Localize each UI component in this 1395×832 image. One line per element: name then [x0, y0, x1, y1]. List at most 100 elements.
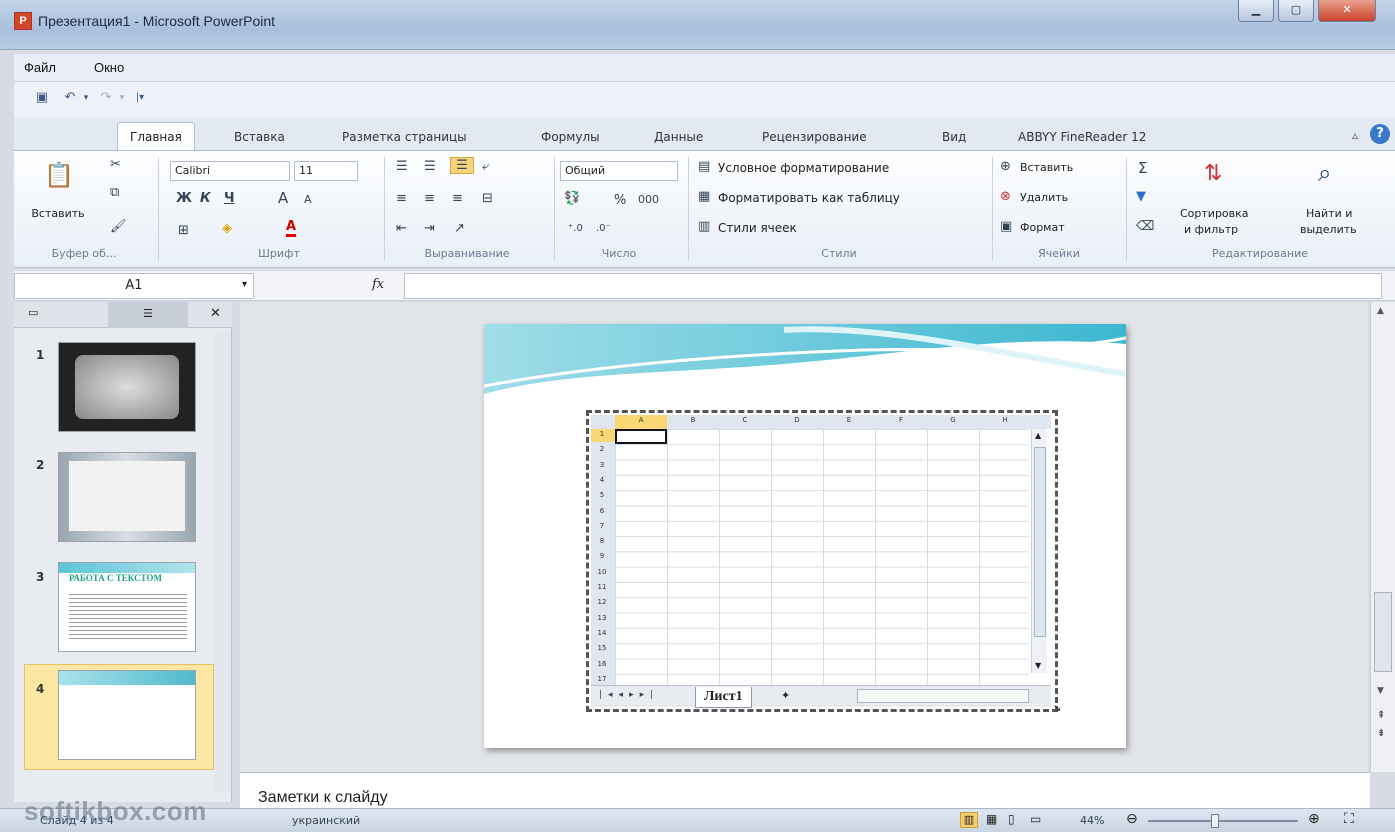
undo-dropdown-icon[interactable]: ▾: [78, 90, 94, 106]
row-header[interactable]: 7: [591, 522, 613, 530]
scroll-down-icon[interactable]: ▼: [1377, 686, 1384, 696]
thousands-button[interactable]: 000: [638, 193, 659, 206]
insert-function-button[interactable]: fx: [372, 277, 384, 292]
row-header[interactable]: 11: [591, 583, 613, 591]
tab-abbyy-finereader[interactable]: ABBYY FineReader 12: [1018, 130, 1146, 144]
align-middle-icon[interactable]: ☰: [424, 159, 436, 174]
find-select-line2[interactable]: выделить: [1300, 223, 1357, 236]
delete-cells-icon[interactable]: ⊗: [1000, 189, 1011, 204]
delete-cells-button[interactable]: Удалить: [1020, 191, 1068, 204]
align-left-icon[interactable]: ≡: [396, 191, 407, 206]
slides-pane-scrollbar[interactable]: [214, 332, 230, 792]
column-header-a[interactable]: A: [615, 416, 667, 424]
tab-data[interactable]: Данные: [654, 130, 703, 144]
save-icon[interactable]: ▣: [34, 90, 50, 106]
conditional-formatting-icon[interactable]: ▤: [698, 159, 710, 174]
name-box[interactable]: A1: [14, 273, 254, 299]
column-header-h[interactable]: H: [979, 416, 1031, 424]
sort-filter-line1[interactable]: Сортировка: [1180, 207, 1249, 220]
grow-font-button[interactable]: A: [278, 189, 288, 207]
format-cells-icon[interactable]: ▣: [1000, 219, 1012, 234]
row-header[interactable]: 3: [591, 461, 613, 469]
percent-button[interactable]: %: [614, 193, 626, 208]
font-name-combo[interactable]: Calibri: [170, 161, 290, 181]
scroll-up-icon[interactable]: ▲: [1377, 306, 1384, 316]
fit-to-window-icon[interactable]: ⛶: [1344, 811, 1354, 827]
currency-icon[interactable]: 💱: [564, 191, 580, 206]
font-size-combo[interactable]: 11: [294, 161, 358, 181]
slide-sorter-icon[interactable]: ▦: [986, 812, 997, 826]
undo-icon[interactable]: ↶: [62, 90, 78, 106]
row-header[interactable]: 17: [591, 675, 613, 683]
number-format-combo[interactable]: Общий: [560, 161, 678, 181]
row-header[interactable]: 6: [591, 507, 613, 515]
paste-label[interactable]: Вставить: [8, 207, 108, 220]
cell-styles-icon[interactable]: ▥: [698, 219, 710, 234]
row-header[interactable]: 15: [591, 644, 613, 652]
row-header[interactable]: 5: [591, 491, 613, 499]
insert-cells-button[interactable]: Вставить: [1020, 161, 1073, 174]
find-select-line1[interactable]: Найти и: [1306, 207, 1352, 220]
notes-pane[interactable]: Заметки к слайду: [240, 772, 1370, 808]
decrease-decimal-icon[interactable]: .0⁻: [596, 223, 611, 234]
powerpoint-app-icon[interactable]: P: [14, 12, 32, 30]
sheet-horizontal-scrollbar[interactable]: [857, 689, 1029, 703]
copy-icon[interactable]: ⧉: [110, 185, 119, 200]
format-as-table-button[interactable]: Форматировать как таблицу: [718, 191, 900, 205]
format-painter-icon[interactable]: 🖌: [110, 219, 127, 234]
row-header[interactable]: 4: [591, 476, 613, 484]
embedded-spreadsheet[interactable]: ABCDEFGH 1 2 3 4 5 6 7 8 9 10 11 12 13 14 15 16 17 ▲ ▼ |…: [586, 410, 1061, 714]
sheet-vertical-scrollbar[interactable]: ▲ ▼: [1031, 429, 1047, 673]
redo-icon[interactable]: ↷: [98, 90, 114, 106]
tab-page-layout[interactable]: Разметка страницы: [342, 130, 467, 144]
maximize-button[interactable]: ▢: [1278, 0, 1314, 22]
zoom-level[interactable]: 44%: [1080, 814, 1104, 827]
zoom-slider-thumb[interactable]: [1211, 814, 1219, 828]
row-header[interactable]: 13: [591, 614, 613, 622]
row-header[interactable]: 1: [591, 430, 613, 438]
help-icon[interactable]: ?: [1370, 124, 1390, 144]
slide-thumbnail-2[interactable]: [58, 452, 196, 542]
zoom-in-icon[interactable]: ⊕: [1308, 811, 1320, 827]
zoom-slider-track[interactable]: [1148, 820, 1298, 822]
autosum-button[interactable]: Σ: [1138, 159, 1147, 177]
increase-indent-icon[interactable]: ⇥: [424, 221, 435, 236]
row-header[interactable]: 9: [591, 552, 613, 560]
cell-grid[interactable]: [615, 429, 1029, 689]
underline-button[interactable]: Ч: [224, 191, 235, 206]
wrap-text-icon[interactable]: ⤶: [482, 159, 489, 174]
next-slide-icon[interactable]: ⇟: [1377, 728, 1385, 739]
clear-icon[interactable]: ⌫: [1136, 219, 1154, 234]
tab-view[interactable]: Вид: [942, 130, 966, 144]
close-pane-icon[interactable]: ✕: [210, 306, 221, 321]
sort-filter-icon[interactable]: ⇅: [1204, 161, 1222, 186]
borders-icon[interactable]: ⊞: [178, 223, 189, 238]
conditional-formatting-button[interactable]: Условное форматирование: [718, 161, 889, 175]
orientation-icon[interactable]: ↗: [454, 221, 465, 236]
shrink-font-button[interactable]: A: [304, 193, 312, 206]
formula-input[interactable]: [404, 273, 1382, 299]
sheet-tab-1[interactable]: Лист1: [695, 687, 752, 708]
fill-color-icon[interactable]: ◈: [222, 221, 232, 236]
align-bottom-icon[interactable]: ☰: [450, 157, 474, 174]
row-header[interactable]: 8: [591, 537, 613, 545]
paste-icon[interactable]: 📋: [44, 161, 74, 195]
minimize-button[interactable]: ▁: [1238, 0, 1274, 22]
row-header[interactable]: 14: [591, 629, 613, 637]
scroll-thumb[interactable]: [1374, 592, 1392, 672]
zoom-out-icon[interactable]: ⊖: [1126, 811, 1138, 827]
notes-placeholder[interactable]: Заметки к слайду: [258, 789, 388, 807]
increase-decimal-icon[interactable]: ⁺.0: [568, 223, 583, 234]
tab-review[interactable]: Рецензирование: [762, 130, 867, 144]
slide-thumbnail-1[interactable]: [58, 342, 196, 432]
minimize-ribbon-icon[interactable]: ▵: [1352, 128, 1358, 142]
format-cells-button[interactable]: Формат: [1020, 221, 1065, 234]
cut-icon[interactable]: ✂: [110, 157, 121, 172]
redo-dropdown-icon[interactable]: ▾: [114, 90, 130, 106]
row-header[interactable]: 2: [591, 445, 613, 453]
tab-home[interactable]: Главная: [117, 122, 195, 152]
italic-button[interactable]: К: [200, 191, 211, 206]
merge-cells-icon[interactable]: ⊟: [482, 191, 493, 206]
column-header-f[interactable]: F: [875, 416, 927, 424]
row-header[interactable]: 12: [591, 598, 613, 606]
